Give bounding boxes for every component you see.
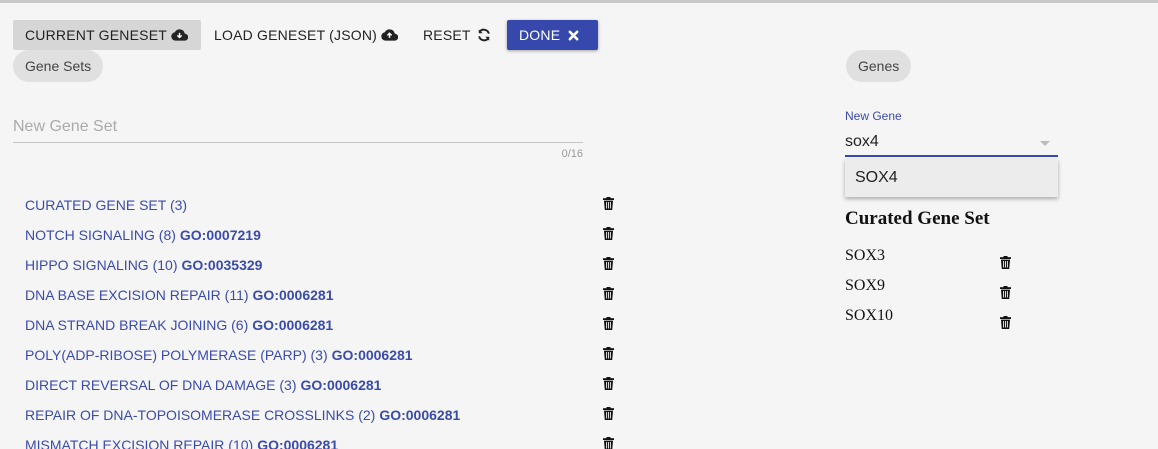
gene-set-name: MISMATCH EXCISION REPAIR (10) — [25, 437, 254, 449]
gene-set-link[interactable]: DNA STRAND BREAK JOINING (6) GO:0006281 — [25, 317, 333, 333]
go-term-id: GO:0006281 — [257, 437, 339, 449]
delete-gene-set-button[interactable] — [603, 227, 614, 245]
trash-icon — [1000, 316, 1011, 329]
trash-icon — [603, 437, 614, 449]
trash-icon — [603, 197, 614, 210]
gene-name: SOX10 — [845, 307, 894, 324]
trash-icon — [603, 407, 614, 420]
delete-gene-set-button[interactable] — [603, 407, 614, 425]
gene-set-row: REPAIR OF DNA-TOPOISOMERASE CROSSLINKS (… — [25, 400, 625, 430]
gene-set-row: HIPPO SIGNALING (10) GO:0035329 — [25, 250, 625, 280]
gene-set-link[interactable]: REPAIR OF DNA-TOPOISOMERASE CROSSLINKS (… — [25, 407, 460, 423]
gene-set-name: CURATED GENE SET (3) — [25, 197, 188, 213]
gene-set-row: NOTCH SIGNALING (8) GO:0007219 — [25, 220, 625, 250]
trash-icon — [1000, 286, 1011, 299]
new-gene-label: New Gene — [845, 109, 902, 123]
gene-set-link[interactable]: HIPPO SIGNALING (10) GO:0035329 — [25, 257, 262, 273]
go-term-id: GO:0007219 — [179, 227, 261, 243]
delete-gene-set-button[interactable] — [603, 377, 614, 395]
character-counter: 0/16 — [561, 148, 583, 160]
reset-button[interactable]: RESET — [423, 20, 491, 50]
gene-row: SOX3 — [845, 243, 1025, 273]
genes-chip: Genes — [846, 50, 912, 82]
gene-set-row: DIRECT REVERSAL OF DNA DAMAGE (3) GO:0006… — [25, 370, 625, 400]
gene-set-name: HIPPO SIGNALING (10) — [25, 257, 178, 273]
done-button[interactable]: DONE — [507, 20, 598, 50]
gene-set-row: POLY(ADP-RIBOSE) POLYMERASE (PARP) (3) GO… — [25, 340, 625, 370]
reset-label: RESET — [423, 27, 471, 43]
new-gene-set-input[interactable] — [13, 111, 583, 143]
load-geneset-button[interactable]: LOAD GENESET (JSON) — [214, 20, 399, 50]
go-term-id: GO:0006281 — [252, 287, 334, 303]
gene-set-row: DNA STRAND BREAK JOINING (6) GO:0006281 — [25, 310, 625, 340]
go-term-id: GO:0006281 — [252, 317, 334, 333]
trash-icon — [603, 227, 614, 240]
delete-gene-set-button[interactable] — [603, 257, 614, 275]
gene-set-link[interactable]: MISMATCH EXCISION REPAIR (10) GO:0006281 — [25, 437, 338, 449]
gene-set-name: DNA BASE EXCISION REPAIR (11) — [25, 287, 249, 303]
new-gene-input[interactable] — [845, 129, 1058, 157]
gene-set-row: MISMATCH EXCISION REPAIR (10) GO:0006281 — [25, 430, 625, 449]
load-geneset-label: LOAD GENESET (JSON) — [214, 27, 378, 43]
cloud-upload-icon — [381, 29, 399, 41]
delete-gene-set-button[interactable] — [603, 197, 614, 215]
close-icon — [568, 30, 579, 40]
delete-gene-button[interactable] — [1000, 316, 1011, 334]
gene-set-row: DNA BASE EXCISION REPAIR (11) GO:0006281 — [25, 280, 625, 310]
new-gene-set-field: 0/16 — [13, 111, 583, 160]
gene-row: SOX10 — [845, 303, 1025, 333]
gene-suggestion-option[interactable]: SOX4 — [845, 159, 1058, 197]
gene-set-name: POLY(ADP-RIBOSE) POLYMERASE (PARP) (3) — [25, 347, 328, 363]
gene-set-link[interactable]: DNA BASE EXCISION REPAIR (11) GO:0006281 — [25, 287, 334, 303]
gene-set-name: NOTCH SIGNALING (8) — [25, 227, 176, 243]
delete-gene-set-button[interactable] — [603, 317, 614, 335]
gene-set-link[interactable]: NOTCH SIGNALING (8) GO:0007219 — [25, 227, 261, 243]
gene-set-link[interactable]: CURATED GENE SET (3) — [25, 197, 187, 213]
gene-name: SOX9 — [845, 277, 886, 294]
dropdown-arrow-icon[interactable] — [1040, 141, 1050, 146]
gene-set-name: REPAIR OF DNA-TOPOISOMERASE CROSSLINKS (… — [25, 407, 376, 423]
gene-set-link[interactable]: DIRECT REVERSAL OF DNA DAMAGE (3) GO:0006… — [25, 377, 381, 393]
trash-icon — [1000, 256, 1011, 269]
selected-gene-set-title: Curated Gene Set — [845, 208, 990, 229]
trash-icon — [603, 347, 614, 360]
gene-sets-chip: Gene Sets — [13, 50, 104, 82]
done-label: DONE — [519, 27, 561, 43]
gene-row: SOX9 — [845, 273, 1025, 303]
delete-gene-set-button[interactable] — [603, 347, 614, 365]
new-gene-field: New Gene — [845, 109, 1058, 157]
go-term-id: GO:0006281 — [300, 377, 382, 393]
refresh-icon — [477, 28, 490, 42]
gene-set-link[interactable]: POLY(ADP-RIBOSE) POLYMERASE (PARP) (3) GO… — [25, 347, 413, 363]
trash-icon — [603, 287, 614, 300]
gene-list: SOX3 SOX9 SOX10 — [845, 243, 1025, 333]
gene-name: SOX3 — [845, 247, 886, 264]
go-term-id: GO:0006281 — [331, 347, 413, 363]
go-term-id: GO:0035329 — [181, 257, 263, 273]
trash-icon — [603, 377, 614, 390]
gene-set-name: DIRECT REVERSAL OF DNA DAMAGE (3) — [25, 377, 297, 393]
trash-icon — [603, 317, 614, 330]
delete-gene-set-button[interactable] — [603, 287, 614, 305]
gene-set-row: CURATED GENE SET (3) — [25, 190, 625, 220]
delete-gene-set-button[interactable] — [603, 437, 614, 449]
cloud-download-icon — [171, 29, 188, 41]
delete-gene-button[interactable] — [1000, 256, 1011, 274]
delete-gene-button[interactable] — [1000, 286, 1011, 304]
trash-icon — [603, 257, 614, 270]
current-geneset-label: CURRENT GENESET — [25, 27, 167, 43]
current-geneset-button[interactable]: CURRENT GENESET — [13, 20, 201, 50]
gene-set-list: CURATED GENE SET (3) NOTCH SIGNALING (8) G… — [25, 190, 625, 449]
gene-set-name: DNA STRAND BREAK JOINING (6) — [25, 317, 249, 333]
go-term-id: GO:0006281 — [379, 407, 461, 423]
